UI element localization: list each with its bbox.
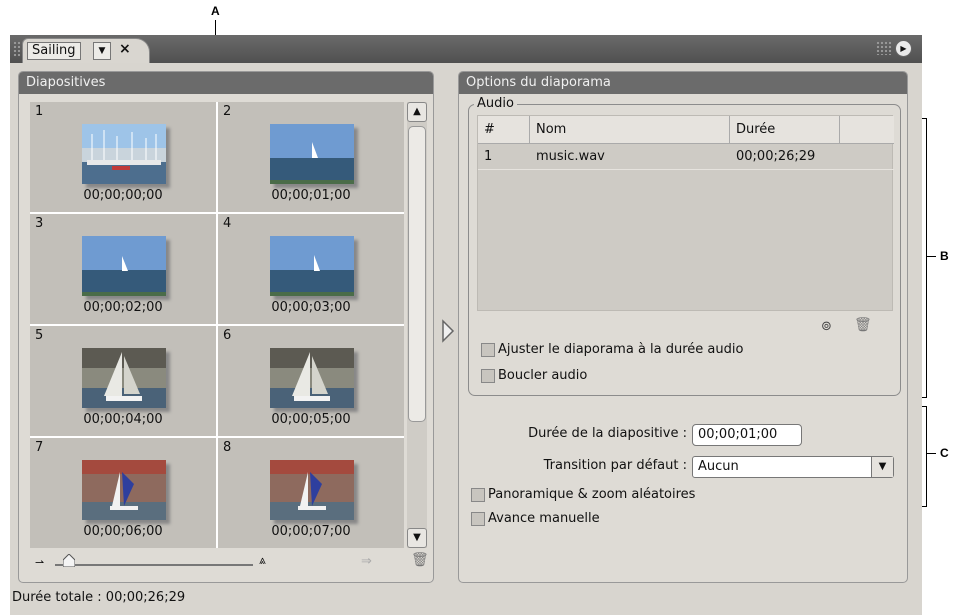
fit-to-audio-label: Ajuster le diaporama à la durée audio (498, 342, 744, 357)
slide-tile-4[interactable]: 4 00;00;03;00 (218, 214, 404, 324)
thumbnail-size-slider[interactable] (55, 564, 253, 566)
scroll-down-icon[interactable]: ▼ (407, 528, 427, 548)
slides-scrollbar[interactable]: ▲ ▼ (407, 102, 427, 548)
slide-tile-1[interactable]: 1 00;00;00;00 (30, 102, 216, 212)
slide-number: 2 (223, 104, 232, 119)
manual-advance-option[interactable]: Avance manuelle (471, 510, 600, 528)
audio-name: music.wav (536, 149, 605, 164)
slide-thumbnail-spinnaker (82, 460, 166, 520)
create-sequence-icon[interactable]: ⇒ (361, 554, 372, 569)
link-audio-icon[interactable]: ⊚ (821, 319, 832, 334)
chevron-down-icon[interactable]: ▼ (871, 457, 893, 477)
total-duration: Durée totale : 00;00;26;29 (12, 590, 186, 605)
tab-title[interactable]: Sailing (27, 42, 81, 60)
drag-grip-icon[interactable] (13, 41, 21, 57)
slide-duration-label: Durée de la diapositive : (528, 426, 687, 441)
slide-thumbnail-sea (82, 236, 166, 296)
slide-thumbnail-sailboat (82, 348, 166, 408)
callout-c: C (940, 446, 949, 460)
audio-table: # Nom Durée 1 music.wav 00;00;26;29 (477, 115, 894, 311)
default-transition-select[interactable]: Aucun ▼ (692, 456, 894, 478)
slideshow-options-panel: Options du diaporama Audio # Nom Durée 1… (458, 71, 908, 583)
slider-handle[interactable] (63, 554, 75, 567)
manual-advance-checkbox[interactable] (471, 512, 485, 526)
slide-tile-3[interactable]: 3 00;00;02;00 (30, 214, 216, 324)
slide-number: 6 (223, 328, 232, 343)
loop-audio-label: Boucler audio (498, 368, 588, 383)
callout-c-bracket (926, 406, 927, 507)
slide-thumbnail-sea (270, 236, 354, 296)
slide-thumbnail-spinnaker (270, 460, 354, 520)
slide-timecode: 00;00;02;00 (83, 300, 163, 315)
slide-number: 1 (35, 104, 44, 119)
default-transition-value: Aucun (698, 459, 739, 474)
zoom-in-icon[interactable]: ⩓ (259, 553, 266, 568)
trash-icon[interactable]: 🗑 (411, 552, 429, 568)
panel-menu-icon[interactable]: ▶ (895, 40, 912, 57)
panel-content: Diapositives 1 00;00;00;00 2 00;00;01;00… (10, 63, 922, 615)
slide-timecode: 00;00;07;00 (271, 524, 351, 539)
panel-grip-icon (876, 41, 892, 55)
loop-audio-option[interactable]: Boucler audio (481, 367, 587, 385)
slides-grid: 1 00;00;00;00 2 00;00;01;00 3 00;00;02;0… (30, 102, 404, 548)
slide-timecode: 00;00;00;00 (83, 188, 163, 203)
scrollbar-thumb[interactable] (408, 126, 426, 422)
default-transition-label: Transition par défaut : (543, 458, 687, 473)
slide-tile-5[interactable]: 5 00;00;04;00 (30, 326, 216, 436)
slide-tile-6[interactable]: 6 00;00;05;00 (218, 326, 404, 436)
slide-thumbnail-sailboat (270, 348, 354, 408)
random-pan-zoom-option[interactable]: Panoramique & zoom aléatoires (471, 486, 695, 504)
column-header-duration[interactable]: Durée (730, 116, 840, 144)
slide-tile-2[interactable]: 2 00;00;01;00 (218, 102, 404, 212)
slide-tile-7[interactable]: 7 00;00;06;00 (30, 438, 216, 548)
loop-audio-checkbox[interactable] (481, 369, 495, 383)
callout-b: B (940, 249, 949, 263)
trash-icon[interactable]: 🗑 (854, 317, 872, 333)
slides-panel: Diapositives 1 00;00;00;00 2 00;00;01;00… (18, 71, 434, 583)
slide-tile-8[interactable]: 8 00;00;07;00 (218, 438, 404, 548)
tab-sailing[interactable]: Sailing ▼ × (22, 38, 150, 63)
callout-b-bracket (926, 118, 927, 398)
zoom-out-icon[interactable]: ⇀ (35, 556, 44, 569)
column-header-index[interactable]: # (478, 116, 530, 144)
slide-thumbnail-sea (270, 124, 354, 184)
callout-a: A (211, 4, 220, 18)
slide-number: 3 (35, 216, 44, 231)
slide-timecode: 00;00;06;00 (83, 524, 163, 539)
tab-dropdown-icon[interactable]: ▼ (93, 42, 111, 60)
fit-to-audio-option[interactable]: Ajuster le diaporama à la durée audio (481, 341, 743, 359)
slide-number: 7 (35, 440, 44, 455)
scroll-up-icon[interactable]: ▲ (407, 102, 427, 122)
close-icon[interactable]: × (119, 41, 131, 57)
slide-number: 4 (223, 216, 232, 231)
slide-timecode: 00;00;03;00 (271, 300, 351, 315)
slide-timecode: 00;00;05;00 (271, 412, 351, 427)
slide-timecode: 00;00;01;00 (271, 188, 351, 203)
random-pan-zoom-checkbox[interactable] (471, 488, 485, 502)
slide-number: 8 (223, 440, 232, 455)
callout-c-tick (927, 453, 936, 454)
audio-table-header: # Nom Durée (478, 116, 894, 144)
slide-number: 5 (35, 328, 44, 343)
slide-duration-field[interactable]: 00;00;01;00 (692, 424, 802, 446)
tab-bar: Sailing ▼ × ▶ (10, 35, 922, 63)
audio-group: Audio # Nom Durée 1 music.wav 00;00;26;2… (468, 96, 901, 396)
slide-thumbnail-harbor (82, 124, 166, 184)
audio-index: 1 (484, 149, 493, 164)
panel-toggle-icon[interactable] (441, 319, 455, 343)
audio-group-label: Audio (474, 96, 517, 112)
callout-b-tick (927, 256, 936, 257)
options-panel-title: Options du diaporama (459, 72, 907, 94)
slides-panel-title: Diapositives (19, 72, 433, 94)
fit-to-audio-checkbox[interactable] (481, 343, 495, 357)
slide-timecode: 00;00;04;00 (83, 412, 163, 427)
slideshow-editor-window: Sailing ▼ × ▶ Diapositives 1 00;00;00;00… (10, 35, 922, 615)
audio-duration: 00;00;26;29 (736, 149, 816, 164)
random-pan-zoom-label: Panoramique & zoom aléatoires (488, 487, 696, 502)
manual-advance-label: Avance manuelle (488, 511, 600, 526)
column-header-name[interactable]: Nom (530, 116, 730, 144)
table-row[interactable]: 1 music.wav 00;00;26;29 (478, 144, 894, 170)
